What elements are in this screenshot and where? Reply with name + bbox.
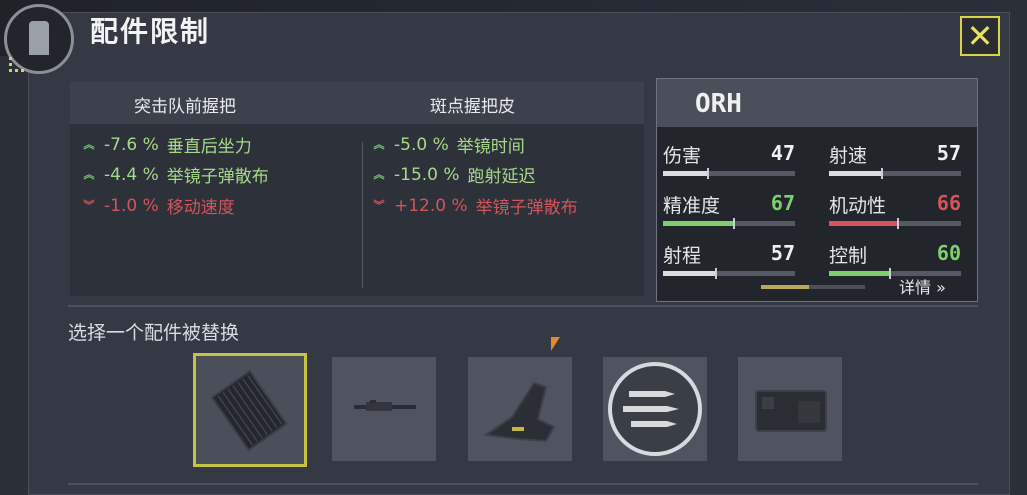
effect-row: ︽ -7.6 % 垂直后坐力	[82, 132, 252, 158]
stat-value: 47	[770, 141, 795, 165]
select-attachment-label: 选择一个配件被替换	[68, 322, 240, 344]
decrease-chevron-icon: ︾	[373, 198, 385, 212]
attachment-slot-stock[interactable]	[468, 357, 572, 461]
section-divider	[68, 305, 978, 307]
stat-bar	[663, 218, 795, 229]
stat-bar-fill	[829, 221, 898, 226]
stat-value: 57	[936, 141, 961, 165]
effect-label: 跑射延迟	[467, 167, 536, 187]
stat-bar-tick	[896, 218, 899, 229]
page-title: 配件限制	[90, 15, 211, 48]
effect-value: +12.0 %	[394, 195, 468, 216]
stat-value: 67	[770, 191, 795, 215]
stat-bar	[829, 218, 961, 229]
attachment-slot-magazine[interactable]	[738, 357, 842, 461]
weapon-name: ORH	[695, 89, 742, 119]
stat-label: 射速	[829, 145, 868, 167]
stat-bar-tick	[733, 218, 736, 229]
effect-row: ︽ -5.0 % 举镜时间	[372, 132, 525, 158]
stat-bar	[663, 268, 795, 279]
stat-range: 射程 57	[663, 241, 795, 283]
weapon-name-bar: ORH	[657, 79, 977, 127]
effect-label: 举镜时间	[456, 137, 525, 157]
effect-label: 移动速度	[166, 198, 235, 218]
details-button[interactable]: 详情 »	[899, 274, 946, 298]
stat-fire-rate: 射速 57	[829, 141, 961, 183]
stock-icon	[483, 381, 556, 443]
magazine-icon	[755, 390, 827, 432]
stat-mobility: 机动性 66	[829, 191, 961, 233]
effect-label: 垂直后坐力	[166, 137, 252, 157]
increase-chevron-icon: ︽	[83, 167, 95, 181]
effect-label: 举镜子弹散布	[475, 198, 578, 218]
bottom-divider	[68, 483, 978, 485]
stats-scroll-indicator	[761, 285, 865, 289]
stat-bar	[829, 168, 961, 179]
attachment-name-right: 斑点握把皮	[430, 97, 515, 117]
stat-label: 机动性	[829, 195, 887, 217]
stat-bar-fill	[663, 171, 708, 176]
effects-panel: 突击队前握把 斑点握把皮	[70, 82, 644, 296]
stat-bar	[663, 168, 795, 179]
stat-bar-tick	[880, 168, 883, 179]
effect-row: ︽ -15.0 % 跑射延迟	[372, 162, 536, 188]
effect-value: -5.0 %	[394, 134, 449, 155]
stat-label: 精准度	[663, 195, 721, 217]
stat-damage: 伤害 47	[663, 141, 795, 183]
stat-bar-fill	[663, 221, 735, 226]
effect-row: ︽ -4.4 % 举镜子弹散布	[82, 162, 269, 188]
weapon-emblem-icon	[4, 4, 74, 74]
stat-value: 57	[770, 241, 795, 265]
effects-divider	[362, 142, 363, 288]
effect-value: -1.0 %	[104, 195, 159, 216]
stat-bar-tick	[706, 168, 709, 179]
stat-bar-fill	[829, 271, 890, 276]
rifle-barrel-icon	[354, 400, 416, 411]
weapon-stats-panel: ORH 伤害 47 射速 57 精准度 67 机动性 66 射程 57 控制 6…	[656, 78, 978, 302]
attachment-slot-barrel[interactable]	[332, 357, 436, 461]
close-button[interactable]: ✕	[960, 16, 1000, 56]
stat-value: 66	[936, 191, 961, 215]
stat-accuracy: 精准度 67	[663, 191, 795, 233]
ammo-icon	[608, 362, 702, 456]
stat-label: 控制	[829, 245, 868, 267]
stat-bar-tick	[888, 268, 891, 279]
effects-header: 突击队前握把 斑点握把皮	[70, 82, 644, 124]
effect-value: -4.4 %	[104, 164, 159, 185]
grip-tape-icon	[210, 369, 288, 452]
attachment-name-left: 突击队前握把	[134, 97, 236, 117]
effect-value: -15.0 %	[394, 164, 460, 185]
stat-bar-tick	[714, 268, 717, 279]
effect-row: ︾ -1.0 % 移动速度	[82, 193, 235, 219]
stat-bar-fill	[663, 271, 716, 276]
stat-label: 射程	[663, 245, 702, 267]
effect-value: -7.6 %	[104, 134, 159, 155]
mouse-cursor-icon	[551, 337, 560, 351]
increase-chevron-icon: ︽	[83, 137, 95, 151]
increase-chevron-icon: ︽	[373, 137, 385, 151]
decrease-chevron-icon: ︾	[83, 198, 95, 212]
effect-row: ︾ +12.0 % 举镜子弹散布	[372, 193, 578, 219]
stat-bar-fill	[829, 171, 882, 176]
attachment-slot-grip-tape[interactable]	[193, 353, 307, 467]
increase-chevron-icon: ︽	[373, 167, 385, 181]
effect-label: 举镜子弹散布	[166, 167, 269, 187]
stat-label: 伤害	[663, 145, 702, 167]
stat-value: 60	[936, 241, 961, 265]
attachment-slot-ammo[interactable]	[603, 357, 707, 461]
